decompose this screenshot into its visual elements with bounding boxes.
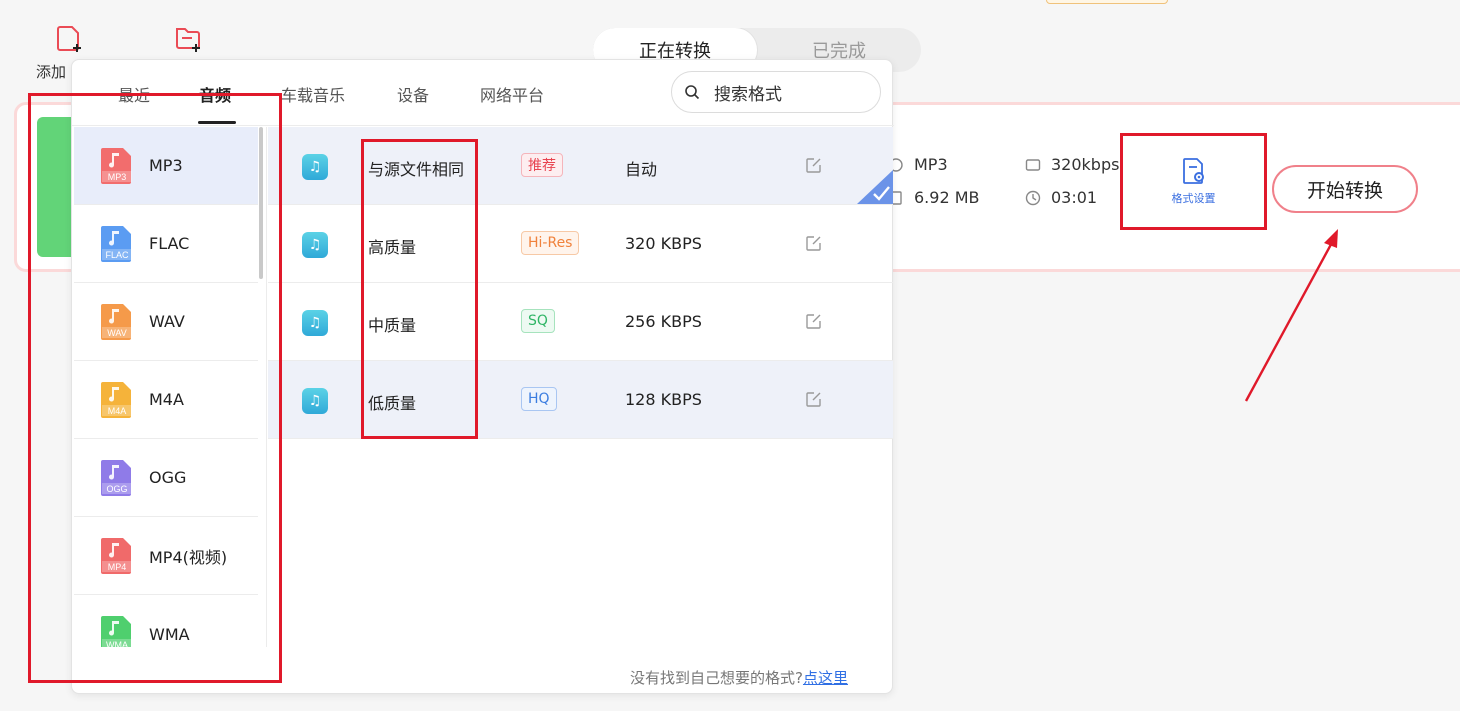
file-bitrate: 320kbps	[1051, 155, 1120, 174]
clock-icon	[1025, 190, 1041, 205]
start-convert-button[interactable]: 开始转换	[1272, 165, 1418, 213]
search-placeholder: 搜索格式	[714, 84, 782, 105]
hq-badge: HQ	[521, 387, 557, 411]
file-size-meta: 6.92 MB	[888, 188, 980, 207]
edit-icon[interactable]	[805, 156, 823, 174]
search-input[interactable]: 搜索格式	[671, 71, 881, 113]
sq-badge: SQ	[521, 309, 555, 333]
annotation-arrow	[1244, 229, 1338, 402]
file-bitrate-meta: 320kbps	[1025, 155, 1119, 174]
quality-bitrate: 自动	[625, 160, 658, 179]
quality-bitrate: 320 KBPS	[625, 234, 702, 253]
footer-hint-text: 没有找到自己想要的格式?	[630, 669, 803, 687]
file-duration: 03:01	[1051, 188, 1098, 207]
quality-bitrate: 256 KBPS	[625, 312, 702, 331]
highlight-box-format-settings	[1120, 133, 1267, 230]
bitrate-icon	[1025, 158, 1041, 171]
top-banner-edge	[1046, 0, 1168, 4]
file-format: MP3	[914, 155, 948, 174]
footer-hint: 没有找到自己想要的格式?点这里	[630, 667, 848, 688]
quality-bitrate: 128 KBPS	[625, 390, 702, 409]
tab-device[interactable]: 设备	[397, 82, 429, 106]
click-here-link[interactable]: 点这里	[803, 669, 848, 687]
file-size: 6.92 MB	[914, 188, 980, 207]
folder-plus-icon[interactable]	[174, 24, 202, 54]
file-format-meta: MP3	[888, 155, 948, 174]
edit-icon[interactable]	[805, 390, 823, 408]
tab-car-music[interactable]: 车载音乐	[281, 82, 345, 106]
hires-badge: Hi-Res	[521, 231, 580, 255]
file-duration-meta: 03:01	[1025, 188, 1097, 207]
highlight-box-format-list	[28, 93, 282, 683]
music-note-icon: ♫	[302, 388, 328, 414]
edit-icon[interactable]	[805, 234, 823, 252]
recommend-badge: 推荐	[521, 153, 563, 177]
music-note-icon: ♫	[302, 232, 328, 258]
add-file-label[interactable]: 添加	[36, 61, 66, 82]
search-icon	[685, 85, 700, 100]
file-plus-icon[interactable]	[56, 24, 84, 54]
music-note-icon: ♫	[302, 310, 328, 336]
highlight-box-quality-names	[361, 139, 478, 439]
tab-online-platform[interactable]: 网络平台	[480, 82, 544, 106]
selected-check-icon	[857, 170, 893, 204]
music-note-icon: ♫	[302, 154, 328, 180]
edit-icon[interactable]	[805, 312, 823, 330]
